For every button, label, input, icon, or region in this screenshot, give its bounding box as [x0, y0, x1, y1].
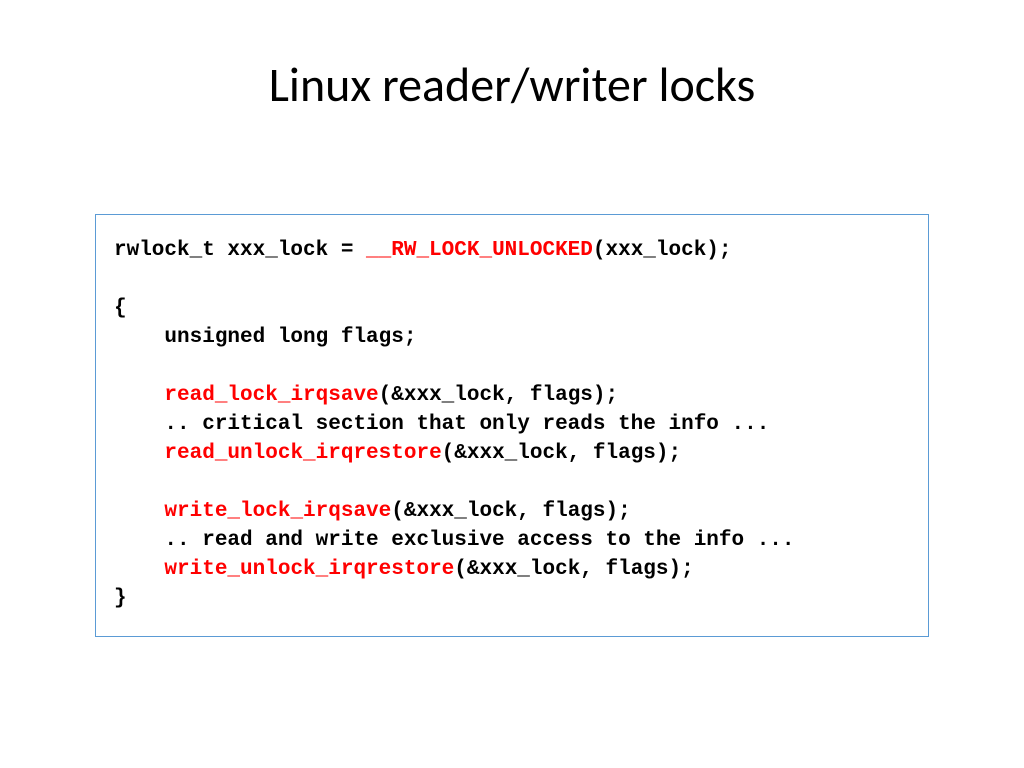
code-keyword: read_unlock_irqrestore: [164, 442, 441, 465]
code-keyword: __RW_LOCK_UNLOCKED: [366, 239, 593, 262]
code-text: {: [114, 297, 127, 320]
code-text: unsigned long flags;: [114, 326, 416, 349]
slide-title: Linux reader/writer locks: [0, 0, 1024, 154]
slide: Linux reader/writer locks rwlock_t xxx_l…: [0, 0, 1024, 768]
code-text: .. critical section that only reads the …: [114, 413, 769, 436]
code-box: rwlock_t xxx_lock = __RW_LOCK_UNLOCKED(x…: [95, 214, 929, 637]
code-text: rwlock_t xxx_lock =: [114, 239, 366, 262]
code-text: [114, 384, 164, 407]
code-text: [114, 442, 164, 465]
code-keyword: read_lock_irqsave: [164, 384, 378, 407]
code-keyword: write_lock_irqsave: [164, 500, 391, 523]
code-text: (&xxx_lock, flags);: [454, 558, 693, 581]
code-text: [114, 500, 164, 523]
code-text: (xxx_lock);: [593, 239, 732, 262]
code-text: [114, 558, 164, 581]
code-text: .. read and write exclusive access to th…: [114, 529, 795, 552]
code-text: (&xxx_lock, flags);: [442, 442, 681, 465]
code-keyword: write_unlock_irqrestore: [164, 558, 454, 581]
code-text: (&xxx_lock, flags);: [379, 384, 618, 407]
code-text: }: [114, 587, 127, 610]
code-text: (&xxx_lock, flags);: [391, 500, 630, 523]
